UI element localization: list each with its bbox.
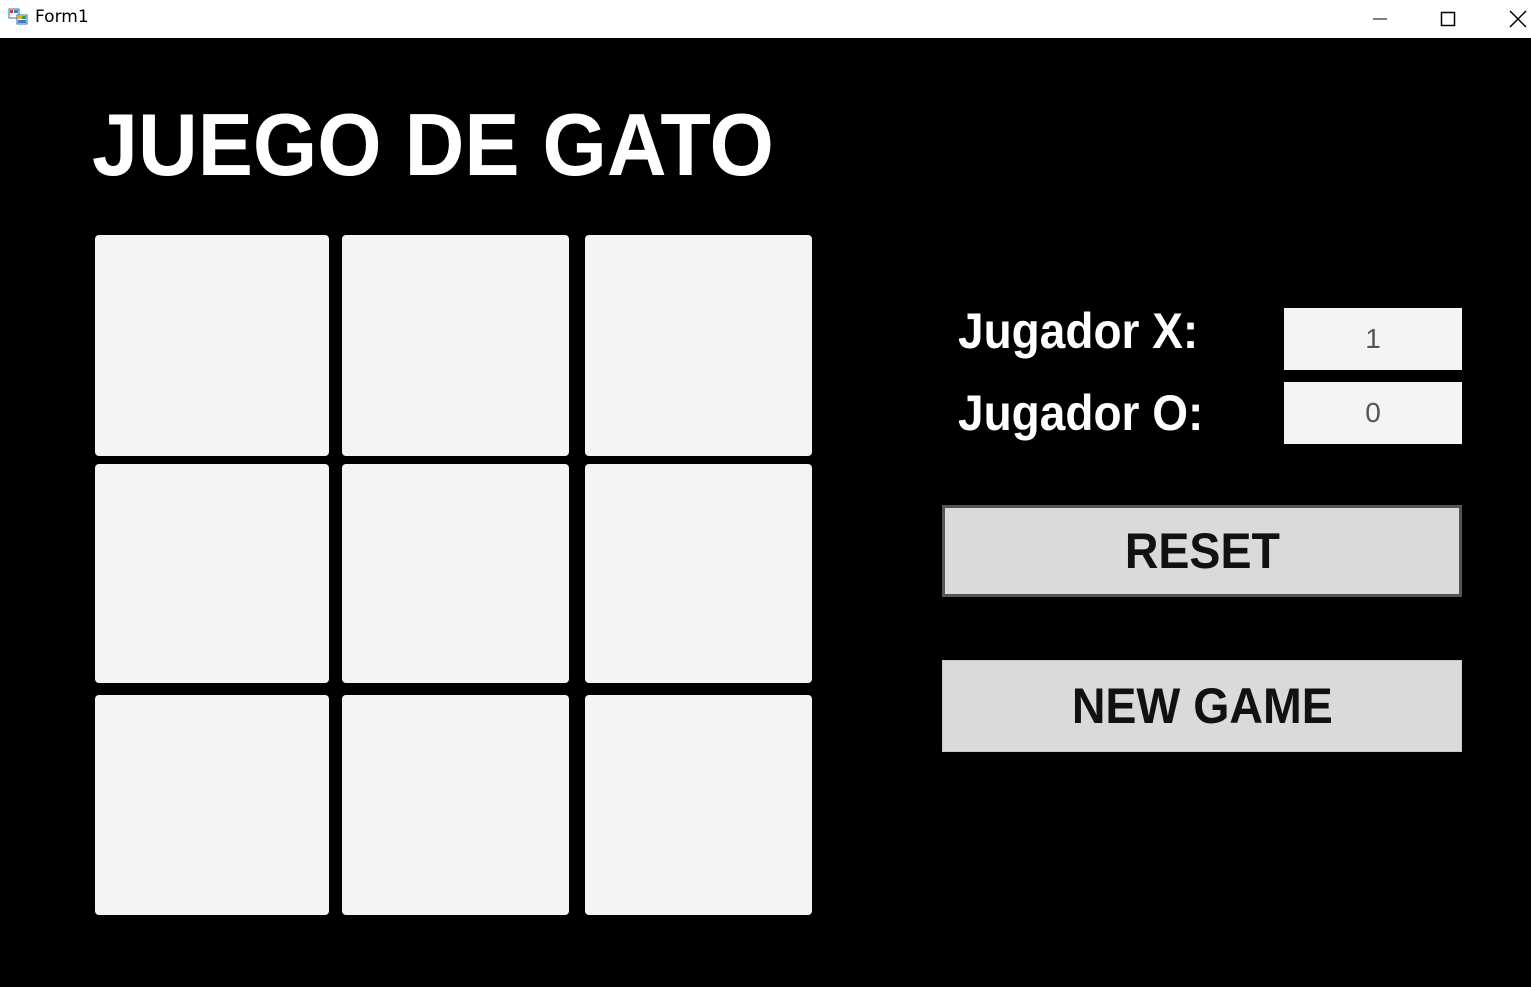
minimize-button[interactable] [1357,0,1403,38]
board-cell-7[interactable] [95,695,329,915]
board-cell-1[interactable] [95,235,329,456]
reset-button-label: RESET [1124,523,1280,579]
maximize-button[interactable] [1425,0,1471,38]
new-game-button-label: NEW GAME [1071,678,1333,734]
reset-button[interactable]: RESET [942,505,1462,597]
board-cell-8[interactable] [342,695,569,915]
player-o-score[interactable] [1284,382,1462,444]
board-cell-4[interactable] [95,464,329,683]
board-cell-3[interactable] [585,235,812,456]
player-x-label: Jugador X: [958,303,1199,359]
new-game-button[interactable]: NEW GAME [942,660,1462,752]
window-title: Form1 [35,7,89,27]
close-button[interactable] [1495,0,1531,38]
title-bar: Form1 [0,0,1531,38]
form-client-area: JUEGO DE GATO Jugador X: Jugador O: RESE… [0,38,1531,987]
board-cell-6[interactable] [585,464,812,683]
board-cell-5[interactable] [342,464,569,683]
maximize-icon [1440,11,1456,27]
game-title: JUEGO DE GATO [92,95,774,194]
minimize-icon [1373,18,1387,20]
board-cell-2[interactable] [342,235,569,456]
app-icon [8,8,28,25]
board-cell-9[interactable] [585,695,812,915]
player-o-label: Jugador O: [958,385,1204,441]
player-x-score[interactable] [1284,308,1462,370]
close-icon [1509,10,1527,28]
